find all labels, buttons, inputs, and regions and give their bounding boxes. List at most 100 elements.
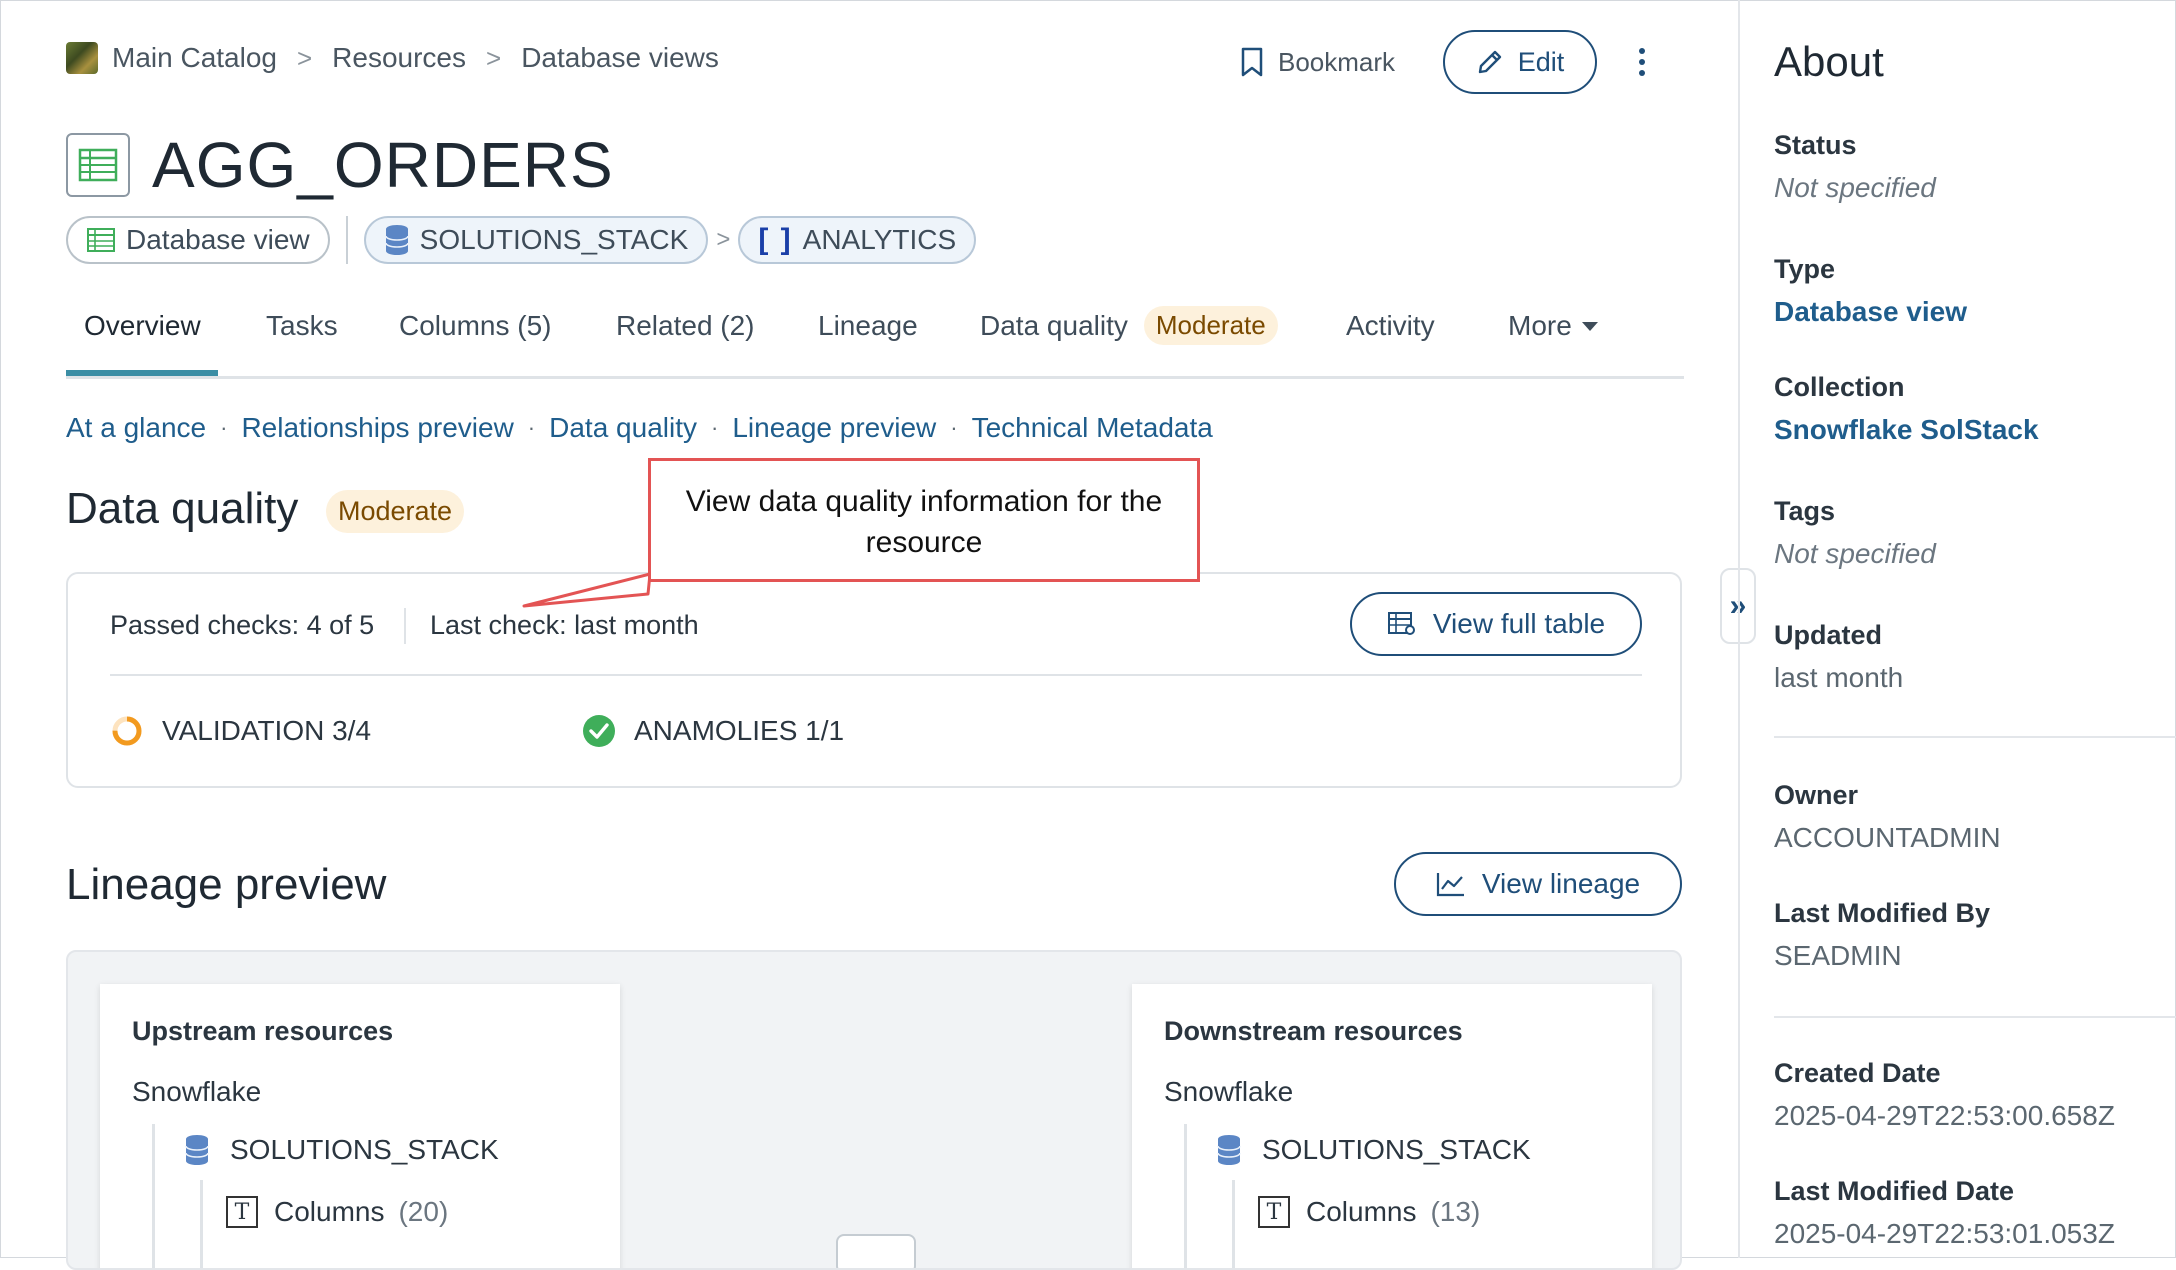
page-title: AGG_ORDERS — [152, 129, 614, 201]
tab-columns[interactable]: Columns (5) — [399, 310, 551, 342]
last-modified-by-label: Last Modified By — [1774, 898, 1991, 928]
divider — [110, 674, 1642, 676]
downstream-database-item[interactable]: SOLUTIONS_STACK — [1216, 1134, 1531, 1166]
downstream-columns-label: Columns — [1306, 1196, 1417, 1227]
type-chip[interactable]: Database view — [66, 216, 330, 264]
tab-activity-label: Activity — [1346, 310, 1435, 341]
bookmark-button[interactable]: Bookmark — [1240, 47, 1395, 78]
database-chip[interactable]: SOLUTIONS_STACK — [363, 216, 709, 264]
downstream-resources-card: Downstream resources Snowflake SOLUTIONS… — [1132, 984, 1652, 1268]
anchor-technical-metadata[interactable]: Technical Metadata — [972, 412, 1213, 444]
tab-activity[interactable]: Activity — [1346, 310, 1435, 342]
upstream-database-item[interactable]: SOLUTIONS_STACK — [184, 1134, 499, 1166]
created-date-value: 2025-04-29T22:53:00.658Z — [1774, 1100, 2115, 1131]
caret-down-icon — [1581, 321, 1598, 331]
active-tab-indicator — [66, 370, 218, 376]
resource-chips: Database view SOLUTIONS_STACK > [ ] ANAL… — [66, 216, 977, 264]
kebab-icon[interactable] — [1637, 48, 1647, 76]
breadcrumb-resources[interactable]: Resources — [332, 42, 466, 74]
data-quality-tab-badge: Moderate — [1143, 306, 1278, 345]
owner-value: ACCOUNTADMIN — [1774, 822, 2001, 853]
last-check: Last check: last month — [430, 610, 699, 640]
catalog-logo-icon — [66, 42, 98, 74]
anchor-dot: · — [527, 415, 536, 440]
tab-lineage-label: Lineage — [818, 310, 918, 341]
upstream-db-label: SOLUTIONS_STACK — [230, 1134, 499, 1165]
last-modified-by-value: SEADMIN — [1774, 940, 1902, 971]
type-value-link[interactable]: Database view — [1774, 296, 1967, 328]
schema-chip[interactable]: [ ] ANALYTICS — [738, 216, 977, 264]
status-label: Status — [1774, 130, 1857, 160]
callout-box: View data quality information for the re… — [648, 458, 1200, 582]
downstream-db-label: SOLUTIONS_STACK — [1262, 1134, 1531, 1165]
chip-divider — [345, 216, 348, 264]
last-modified-date-value: 2025-04-29T22:53:01.053Z — [1774, 1218, 2115, 1249]
view-table-icon — [1387, 612, 1415, 635]
downstream-title: Downstream resources — [1164, 1016, 1463, 1046]
upstream-columns-count: (20) — [398, 1196, 449, 1227]
tab-data-quality-label: Data quality — [980, 309, 1128, 341]
anchor-dot: · — [220, 415, 228, 440]
tree-line — [200, 1180, 203, 1268]
anomalies-label: ANAMOLIES 1/1 — [634, 715, 845, 746]
schema-chip-label: ANALYTICS — [802, 224, 957, 255]
passed-checks: Passed checks: 4 of 5 — [110, 610, 375, 640]
upstream-columns-label: Columns — [274, 1196, 385, 1227]
anchor-lineage-preview[interactable]: Lineage preview — [732, 412, 936, 444]
database-icon — [384, 225, 409, 255]
tags-label: Tags — [1774, 496, 1836, 526]
last-modified-date-label: Last Modified Date — [1774, 1176, 2015, 1206]
type-label: Type — [1774, 254, 1836, 284]
lineage-preview-panel: Upstream resources Snowflake SOLUTIONS_S… — [66, 950, 1682, 1270]
view-full-table-button[interactable]: View full table — [1350, 592, 1642, 656]
collection-value-link[interactable]: Snowflake SolStack — [1774, 414, 2039, 446]
validation-label: VALIDATION 3/4 — [162, 715, 372, 746]
tab-more-label: More — [1508, 310, 1572, 341]
edit-label: Edit — [1517, 46, 1565, 77]
tab-more[interactable]: More — [1508, 310, 1598, 342]
edit-button[interactable]: Edit — [1443, 30, 1598, 94]
tab-data-quality[interactable]: Data quality Moderate — [980, 306, 1278, 345]
view-lineage-button[interactable]: View lineage — [1394, 852, 1682, 916]
breadcrumb-separator: > — [296, 42, 313, 73]
status-value: Not specified — [1774, 172, 1936, 203]
anchor-at-a-glance[interactable]: At a glance — [66, 412, 206, 444]
tree-line — [1184, 1124, 1187, 1268]
tab-related-label: Related (2) — [616, 310, 755, 341]
main-content: Main Catalog > Resources > Database view… — [0, 0, 1738, 1270]
upstream-source: Snowflake — [132, 1076, 262, 1107]
tab-columns-label: Columns (5) — [399, 310, 552, 341]
downstream-source: Snowflake — [1164, 1076, 1294, 1107]
data-quality-badge: Moderate — [326, 490, 465, 533]
tree-line — [152, 1124, 155, 1268]
anchor-data-quality[interactable]: Data quality — [549, 412, 697, 444]
table-icon — [66, 133, 130, 197]
bracket-icon: [ ] — [758, 223, 793, 256]
database-icon — [185, 1135, 209, 1165]
downstream-columns-count: (13) — [1430, 1196, 1481, 1227]
anomalies-stat: ANAMOLIES 1/1 — [582, 714, 844, 748]
breadcrumb-database-views[interactable]: Database views — [521, 42, 719, 74]
collection-label: Collection — [1774, 372, 1905, 402]
tab-related[interactable]: Related (2) — [616, 310, 755, 342]
tags-value: Not specified — [1774, 538, 1936, 569]
text-column-icon: T — [1258, 1196, 1290, 1228]
chip-separator: > — [716, 226, 731, 253]
breadcrumb-main-catalog[interactable]: Main Catalog — [112, 42, 277, 74]
upstream-columns-item[interactable]: T Columns (20) — [226, 1196, 448, 1228]
data-quality-heading: Data quality — [66, 484, 299, 533]
downstream-columns-item[interactable]: T Columns (13) — [1258, 1196, 1480, 1228]
title-row: AGG_ORDERS — [66, 128, 614, 202]
upstream-title: Upstream resources — [132, 1016, 394, 1046]
callout-text: View data quality information for the re… — [685, 485, 1163, 559]
anchor-relationships-preview[interactable]: Relationships preview — [241, 412, 513, 444]
tab-lineage[interactable]: Lineage — [818, 310, 918, 342]
lineage-center-node[interactable] — [836, 1234, 916, 1268]
lineage-preview-heading: Lineage preview — [66, 860, 387, 909]
created-date-label: Created Date — [1774, 1058, 1941, 1088]
line-chart-icon — [1436, 873, 1464, 897]
about-sidebar: About Status Not specified Type Database… — [1738, 0, 2176, 1258]
tab-tasks[interactable]: Tasks — [266, 310, 338, 342]
view-lineage-label: View lineage — [1481, 868, 1641, 899]
tab-overview[interactable]: Overview — [84, 310, 201, 342]
